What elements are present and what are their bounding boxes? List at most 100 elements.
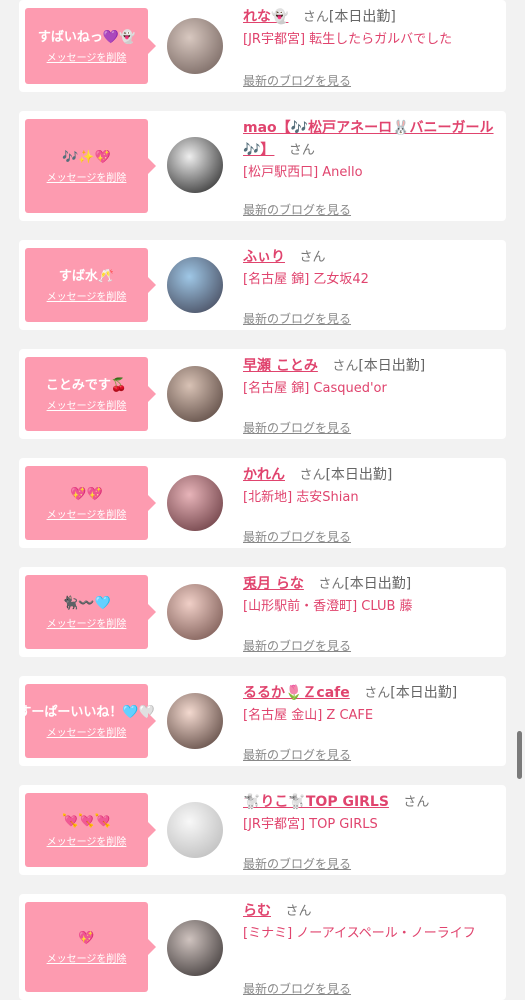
cast-name-link[interactable]: れな👻 <box>243 9 288 25</box>
profile-info: れな👻 さん[本日出勤] [JR宇都宮] 転生したらガルバでした 最新のブログを… <box>243 6 498 88</box>
delete-message-link[interactable]: メッセージを削除 <box>47 52 127 66</box>
latest-blog-link[interactable]: 最新のブログを見る <box>243 310 351 328</box>
message-bubble: 💘💘💘 メッセージを削除 <box>25 793 156 867</box>
message-bubble: 🐈‍⬛〰️🩵 メッセージを削除 <box>25 575 156 649</box>
message-bubble: すばいねっ💜👻 メッセージを削除 <box>25 8 156 84</box>
honorific: さん <box>318 577 345 592</box>
profile-info: 🐩りこ🐩TOP GIRLS さん [JR宇都宮] TOP GIRLS 最新のブロ… <box>243 791 498 871</box>
message-text: 🐈‍⬛〰️🩵 <box>62 595 111 611</box>
shop-name: [JR宇都宮] 転生したらガルバでした <box>243 32 453 47</box>
favorite-card: すばいねっ💜👻 メッセージを削除 れな👻 さん[本日出勤] [JR宇都宮] 転生… <box>19 0 506 92</box>
avatar[interactable] <box>167 920 223 976</box>
latest-blog-link[interactable]: 最新のブログを見る <box>243 72 351 90</box>
favorite-card: 🐈‍⬛〰️🩵 メッセージを削除 兎月 らな さん[本日出勤] [山形駅前・香澄町… <box>19 567 506 657</box>
shop-name: [名古屋 錦] Casqued'or <box>243 381 387 396</box>
message-bubble: ことみです🍒 メッセージを削除 <box>25 357 156 431</box>
avatar[interactable] <box>167 475 223 531</box>
shop-name: [山形駅前・香澄町] CLUB 藤 <box>243 599 413 614</box>
favorite-card: 💖 メッセージを削除 らむ さん [ミナミ] ノーアイスペール・ノーライフ 最新… <box>19 894 506 1000</box>
avatar[interactable] <box>167 366 223 422</box>
name-line: 兎月 らな さん[本日出勤] <box>243 573 498 596</box>
favorite-card: 🎶✨💖 メッセージを削除 mao【🎶松戸アネーロ🐰バニーガール🎶】 さん [松戸… <box>19 111 506 221</box>
delete-message-link[interactable]: メッセージを削除 <box>47 291 127 305</box>
shop-name: [名古屋 金山] Z CAFE <box>243 708 374 723</box>
message-bubble: 💖 メッセージを削除 <box>25 902 156 992</box>
cast-name-link[interactable]: らむ <box>243 903 271 919</box>
name-line: mao【🎶松戸アネーロ🐰バニーガール🎶】 さん <box>243 117 498 162</box>
honorific: さん <box>302 10 329 25</box>
honorific: さん <box>285 904 312 919</box>
cast-name-link[interactable]: 兎月 らな <box>243 576 304 592</box>
delete-message-link[interactable]: メッセージを削除 <box>47 618 127 632</box>
honorific: さん <box>403 795 430 810</box>
latest-blog-link[interactable]: 最新のブログを見る <box>243 855 351 873</box>
delete-message-link[interactable]: メッセージを削除 <box>47 509 127 523</box>
shop-name: [松戸駅西口] Anello <box>243 165 363 180</box>
profile-info: るるか🌷Ｚcafe さん[本日出勤] [名古屋 金山] Z CAFE 最新のブロ… <box>243 682 498 762</box>
profile-info: かれん さん[本日出勤] [北新地] 志安Shian 最新のブログを見る <box>243 464 498 544</box>
latest-blog-link[interactable]: 最新のブログを見る <box>243 746 351 764</box>
delete-message-link[interactable]: メッセージを削除 <box>47 727 127 741</box>
message-text: すば水🥂 <box>58 268 115 284</box>
cast-name-link[interactable]: るるか🌷Ｚcafe <box>243 685 350 701</box>
scrollbar[interactable] <box>517 731 522 779</box>
message-bubble: すーぱーいいね！🩵🤍 メッセージを削除 <box>18 684 156 758</box>
favorite-card: ことみです🍒 メッセージを削除 早瀬 ことみ さん[本日出勤] [名古屋 錦] … <box>19 349 506 439</box>
honorific: さん <box>332 359 359 374</box>
cast-name-link[interactable]: ふぃり <box>243 249 285 265</box>
name-line: 🐩りこ🐩TOP GIRLS さん <box>243 791 498 814</box>
name-line: かれん さん[本日出勤] <box>243 464 498 487</box>
name-line: 早瀬 ことみ さん[本日出勤] <box>243 355 498 378</box>
cast-name-link[interactable]: かれん <box>243 467 285 483</box>
message-bubble: 💖💖 メッセージを削除 <box>25 466 156 540</box>
name-line: れな👻 さん[本日出勤] <box>243 6 498 29</box>
avatar[interactable] <box>167 257 223 313</box>
latest-blog-link[interactable]: 最新のブログを見る <box>243 637 351 655</box>
profile-info: ふぃり さん [名古屋 錦] 乙女坂42 最新のブログを見る <box>243 246 498 326</box>
avatar[interactable] <box>167 137 223 193</box>
avatar[interactable] <box>167 584 223 640</box>
profile-info: らむ さん [ミナミ] ノーアイスペール・ノーライフ 最新のブログを見る <box>243 900 498 996</box>
cast-name-link[interactable]: 🐩りこ🐩TOP GIRLS <box>243 794 389 810</box>
latest-blog-link[interactable]: 最新のブログを見る <box>243 419 351 437</box>
honorific: さん <box>364 686 391 701</box>
name-line: ふぃり さん <box>243 246 498 269</box>
message-text: ことみです🍒 <box>45 377 128 393</box>
message-text: 💖💖 <box>70 486 103 502</box>
avatar[interactable] <box>167 18 223 74</box>
name-line: らむ さん <box>243 900 498 923</box>
status-label: [本日出勤] <box>328 9 396 25</box>
profile-info: mao【🎶松戸アネーロ🐰バニーガール🎶】 さん [松戸駅西口] Anello 最… <box>243 117 498 217</box>
avatar[interactable] <box>167 802 223 858</box>
shop-name: [JR宇都宮] TOP GIRLS <box>243 817 378 832</box>
message-text: 💘💘💘 <box>62 813 111 829</box>
delete-message-link[interactable]: メッセージを削除 <box>47 172 127 186</box>
latest-blog-link[interactable]: 最新のブログを見る <box>243 201 351 219</box>
delete-message-link[interactable]: メッセージを削除 <box>47 836 127 850</box>
cast-name-link[interactable]: mao【🎶松戸アネーロ🐰バニーガール🎶】 <box>243 120 494 158</box>
delete-message-link[interactable]: メッセージを削除 <box>47 400 127 414</box>
message-bubble: すば水🥂 メッセージを削除 <box>25 248 156 322</box>
honorific: さん <box>288 143 315 158</box>
favorite-card: すーぱーいいね！🩵🤍 メッセージを削除 るるか🌷Ｚcafe さん[本日出勤] [… <box>18 676 506 766</box>
shop-name: [北新地] 志安Shian <box>243 490 359 505</box>
latest-blog-link[interactable]: 最新のブログを見る <box>243 980 351 998</box>
favorite-card: すば水🥂 メッセージを削除 ふぃり さん [名古屋 錦] 乙女坂42 最新のブロ… <box>19 240 506 330</box>
favorite-card: 💘💘💘 メッセージを削除 🐩りこ🐩TOP GIRLS さん [JR宇都宮] TO… <box>19 785 506 875</box>
name-line: るるか🌷Ｚcafe さん[本日出勤] <box>243 682 498 705</box>
honorific: さん <box>299 250 326 265</box>
cast-name-link[interactable]: 早瀬 ことみ <box>243 358 318 374</box>
latest-blog-link[interactable]: 最新のブログを見る <box>243 528 351 546</box>
message-text: 🎶✨💖 <box>62 149 111 165</box>
status-label: [本日出勤] <box>390 685 458 701</box>
message-text: すばいねっ💜👻 <box>37 29 136 45</box>
shop-name: [名古屋 錦] 乙女坂42 <box>243 272 369 287</box>
message-text: すーぱーいいね！🩵🤍 <box>18 704 155 720</box>
avatar[interactable] <box>167 693 223 749</box>
delete-message-link[interactable]: メッセージを削除 <box>47 953 127 967</box>
profile-info: 早瀬 ことみ さん[本日出勤] [名古屋 錦] Casqued'or 最新のブロ… <box>243 355 498 435</box>
status-label: [本日出勤] <box>325 467 393 483</box>
status-label: [本日出勤] <box>344 576 412 592</box>
status-label: [本日出勤] <box>358 358 426 374</box>
favorite-card: 💖💖 メッセージを削除 かれん さん[本日出勤] [北新地] 志安Shian 最… <box>19 458 506 548</box>
